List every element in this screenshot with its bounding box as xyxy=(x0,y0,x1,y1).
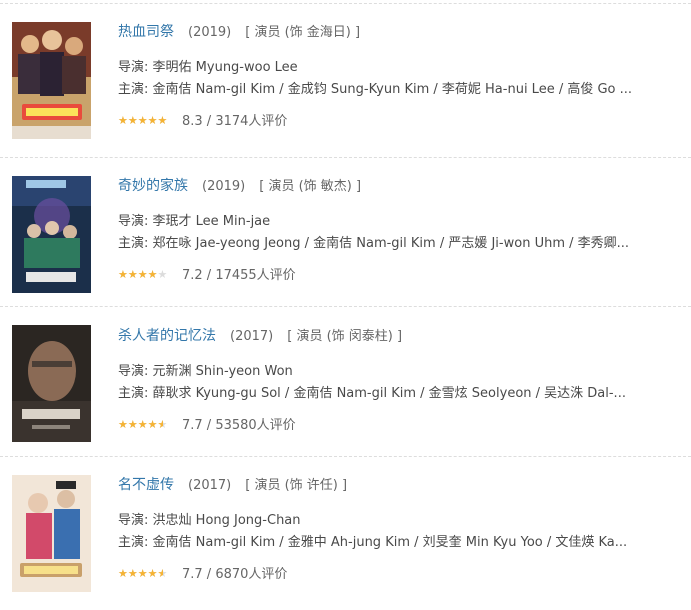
movie-role: [ 演员 (饰 敏杰) ] xyxy=(259,179,362,194)
rating-stars-icon: ★★★★★ ★★★★★ xyxy=(118,568,168,579)
director-line: 导演: 李明佑 Myung-woo Lee xyxy=(118,59,298,77)
cast-names: 金南佶 Nam-gil Kim / 金成钧 Sung-Kyun Kim / 李荷… xyxy=(152,82,633,97)
title-row: 奇妙的家族 (2019) [ 演员 (饰 敏杰) ] xyxy=(118,177,361,196)
cast-line: 主演: 金南佶 Nam-gil Kim / 金成钧 Sung-Kyun Kim … xyxy=(118,81,632,99)
cast-label: 主演: xyxy=(118,386,149,401)
movie-poster[interactable] xyxy=(12,22,91,139)
director-names: 洪忠灿 Hong Jong-Chan xyxy=(152,513,301,528)
director-label: 导演: xyxy=(118,214,149,229)
director-line: 导演: 洪忠灿 Hong Jong-Chan xyxy=(118,512,301,530)
cast-label: 主演: xyxy=(118,236,149,251)
title-row: 杀人者的记忆法 (2017) [ 演员 (饰 闵泰柱) ] xyxy=(118,327,402,346)
rating-text: 7.7 / 6870人评价 xyxy=(182,567,288,582)
movie-poster[interactable] xyxy=(12,176,91,293)
rating-text: 7.2 / 17455人评价 xyxy=(182,268,296,283)
movie-role: [ 演员 (饰 金海日) ] xyxy=(245,25,361,40)
movie-year: (2019) xyxy=(188,25,232,40)
director-label: 导演: xyxy=(118,60,149,75)
cast-line: 主演: 郑在咏 Jae-yeong Jeong / 金南佶 Nam-gil Ki… xyxy=(118,235,629,253)
cast-label: 主演: xyxy=(118,82,149,97)
movie-year: (2017) xyxy=(230,329,274,344)
cast-label: 主演: xyxy=(118,535,149,550)
cast-line: 主演: 薛耿求 Kyung-gu Sol / 金南佶 Nam-gil Kim /… xyxy=(118,385,626,403)
movie-role: [ 演员 (饰 许任) ] xyxy=(245,478,348,493)
rating-row: ★★★★★ ★★★★★ 8.3 / 3174人评价 xyxy=(118,114,287,130)
movie-year: (2017) xyxy=(188,478,232,493)
director-names: 李珉才 Lee Min-jae xyxy=(152,214,271,229)
movie-item: 奇妙的家族 (2019) [ 演员 (饰 敏杰) ] 导演: 李珉才 Lee Min… xyxy=(0,158,691,298)
movie-title-link[interactable]: 名不虚传 xyxy=(118,477,174,493)
movie-role: [ 演员 (饰 闵泰柱) ] xyxy=(287,329,403,344)
director-label: 导演: xyxy=(118,364,149,379)
rating-stars-icon: ★★★★★ ★★★★★ xyxy=(118,419,168,430)
rating-stars-icon: ★★★★★ ★★★★★ xyxy=(118,115,168,126)
director-line: 导演: 李珉才 Lee Min-jae xyxy=(118,213,270,231)
cast-names: 金南佶 Nam-gil Kim / 金雅中 Ah-jung Kim / 刘旻奎 … xyxy=(152,535,628,550)
director-names: 元新渊 Shin-yeon Won xyxy=(152,364,293,379)
movie-item: 名不虚传 (2017) [ 演员 (饰 许任) ] 导演: 洪忠灿 Hong Jon… xyxy=(0,457,691,597)
movie-year: (2019) xyxy=(202,179,246,194)
rating-text: 8.3 / 3174人评价 xyxy=(182,114,288,129)
rating-row: ★★★★★ ★★★★★ 7.7 / 6870人评价 xyxy=(118,567,287,583)
rating-row: ★★★★★ ★★★★★ 7.7 / 53580人评价 xyxy=(118,418,296,434)
movie-item: 热血司祭 (2019) [ 演员 (饰 金海日) ] 导演: 李明佑 Myung-w… xyxy=(0,4,691,144)
movie-title-link[interactable]: 杀人者的记忆法 xyxy=(118,328,216,344)
title-row: 名不虚传 (2017) [ 演员 (饰 许任) ] xyxy=(118,476,347,495)
cast-line: 主演: 金南佶 Nam-gil Kim / 金雅中 Ah-jung Kim / … xyxy=(118,534,627,552)
director-line: 导演: 元新渊 Shin-yeon Won xyxy=(118,363,293,381)
movie-title-link[interactable]: 热血司祭 xyxy=(118,24,174,40)
director-label: 导演: xyxy=(118,513,149,528)
movie-item: 杀人者的记忆法 (2017) [ 演员 (饰 闵泰柱) ] 导演: 元新渊 Shin… xyxy=(0,307,691,447)
movie-title-link[interactable]: 奇妙的家族 xyxy=(118,178,188,194)
cast-names: 郑在咏 Jae-yeong Jeong / 金南佶 Nam-gil Kim / … xyxy=(152,236,630,251)
movie-poster[interactable] xyxy=(12,475,91,592)
cast-names: 薛耿求 Kyung-gu Sol / 金南佶 Nam-gil Kim / 金雪炫… xyxy=(152,386,626,401)
rating-text: 7.7 / 53580人评价 xyxy=(182,418,296,433)
rating-stars-icon: ★★★★★ ★★★★★ xyxy=(118,269,168,280)
director-names: 李明佑 Myung-woo Lee xyxy=(152,60,298,75)
rating-row: ★★★★★ ★★★★★ 7.2 / 17455人评价 xyxy=(118,268,296,284)
title-row: 热血司祭 (2019) [ 演员 (饰 金海日) ] xyxy=(118,23,360,42)
movie-poster[interactable] xyxy=(12,325,91,442)
